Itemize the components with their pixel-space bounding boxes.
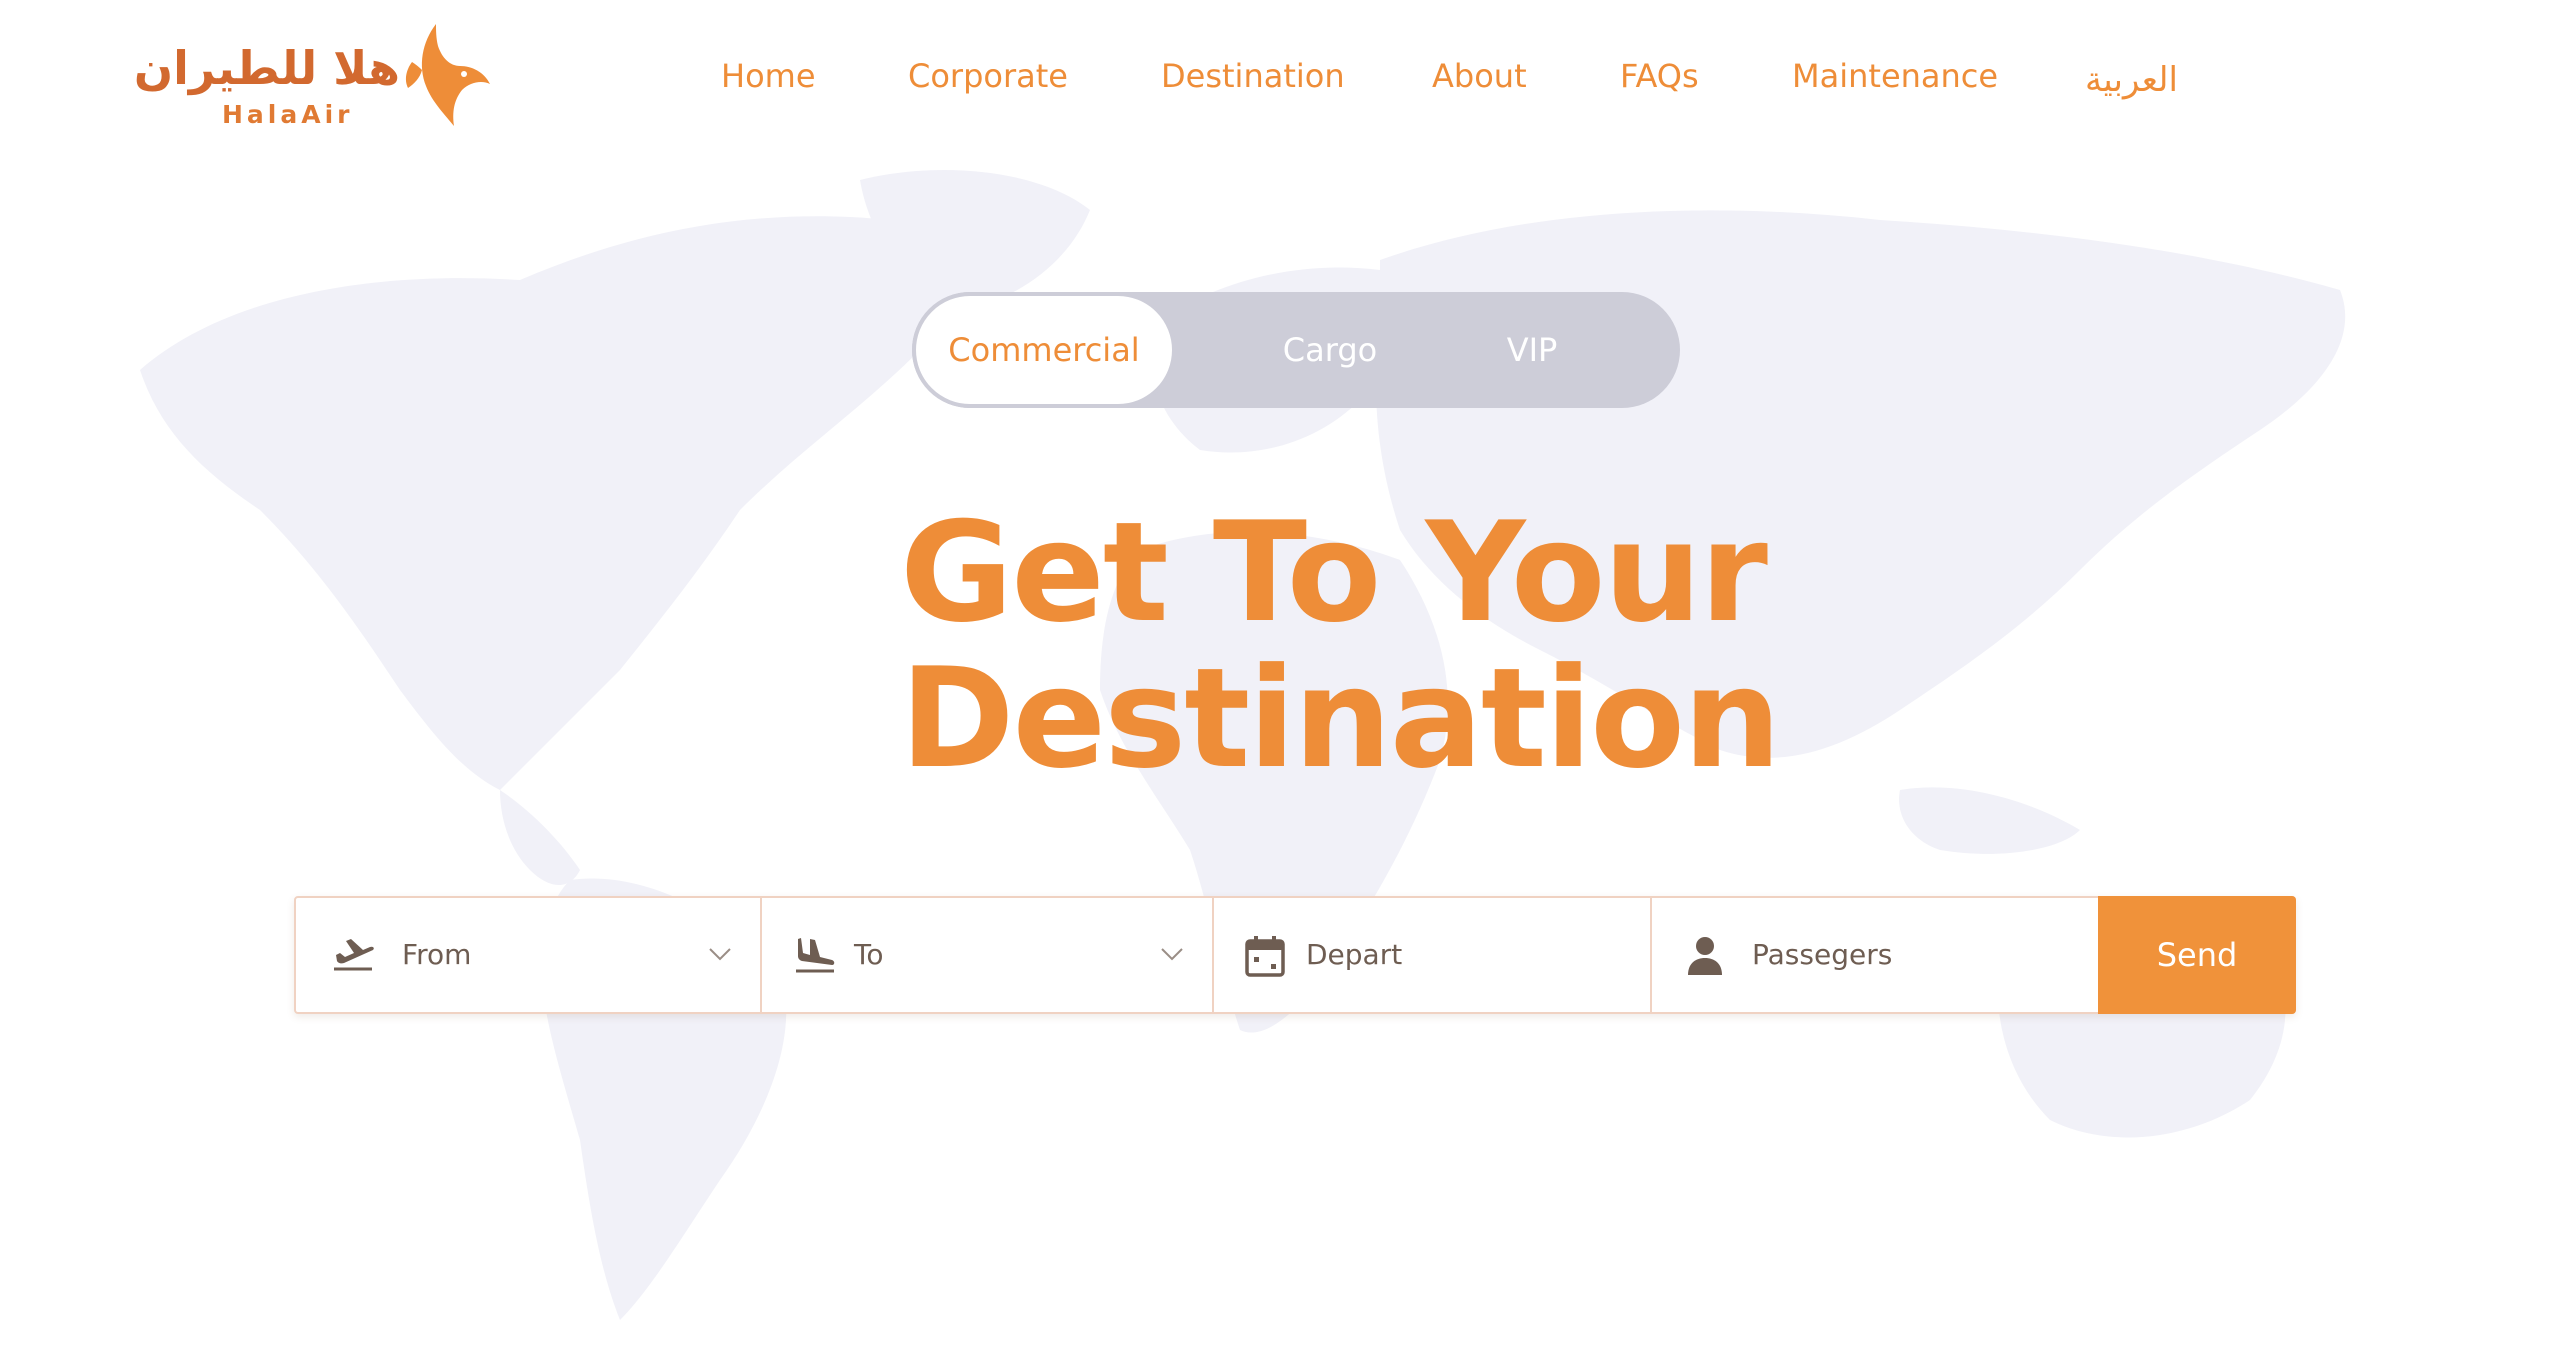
passengers-field[interactable]: Passegers: [1652, 898, 2100, 1012]
tab-commercial[interactable]: Commercial: [912, 292, 1176, 408]
nav-corporate[interactable]: Corporate: [908, 48, 1068, 104]
to-select[interactable]: To: [762, 898, 1214, 1012]
flight-search-bar: From To Depart Passegers Send: [294, 896, 2296, 1014]
from-select[interactable]: From: [296, 898, 762, 1012]
page: هلا للطيران HalaAir Home Corporate Desti…: [0, 0, 2560, 1354]
chevron-down-icon: [709, 948, 731, 961]
nav-faqs[interactable]: FAQs: [1620, 48, 1699, 104]
person-icon: [1688, 937, 1722, 975]
main-nav: Home Corporate Destination About FAQs Ma…: [0, 48, 2560, 108]
nav-home[interactable]: Home: [721, 48, 816, 104]
tab-cargo[interactable]: Cargo: [1230, 292, 1430, 408]
plane-arrival-icon: [796, 938, 835, 973]
to-label: To: [854, 938, 884, 971]
calendar-icon: [1245, 936, 1285, 977]
chevron-down-icon: [1161, 948, 1183, 961]
nav-language-arabic[interactable]: العربية: [2085, 52, 2178, 108]
tab-vip[interactable]: VIP: [1432, 292, 1632, 408]
hero-heading: Get To Your Destination: [900, 492, 1781, 799]
depart-date-field[interactable]: Depart: [1214, 898, 1652, 1012]
hero-line-2: Destination: [900, 638, 1781, 799]
nav-maintenance[interactable]: Maintenance: [1792, 48, 1998, 104]
hero-line-1: Get To Your: [900, 492, 1768, 653]
passengers-label: Passegers: [1752, 938, 1893, 971]
nav-destination[interactable]: Destination: [1161, 48, 1345, 104]
nav-about[interactable]: About: [1432, 48, 1527, 104]
service-tabs: Commercial Cargo VIP: [912, 292, 1680, 408]
depart-label: Depart: [1306, 938, 1403, 971]
send-button[interactable]: Send: [2098, 896, 2296, 1014]
plane-departure-icon: [334, 939, 374, 971]
from-label: From: [402, 938, 472, 971]
